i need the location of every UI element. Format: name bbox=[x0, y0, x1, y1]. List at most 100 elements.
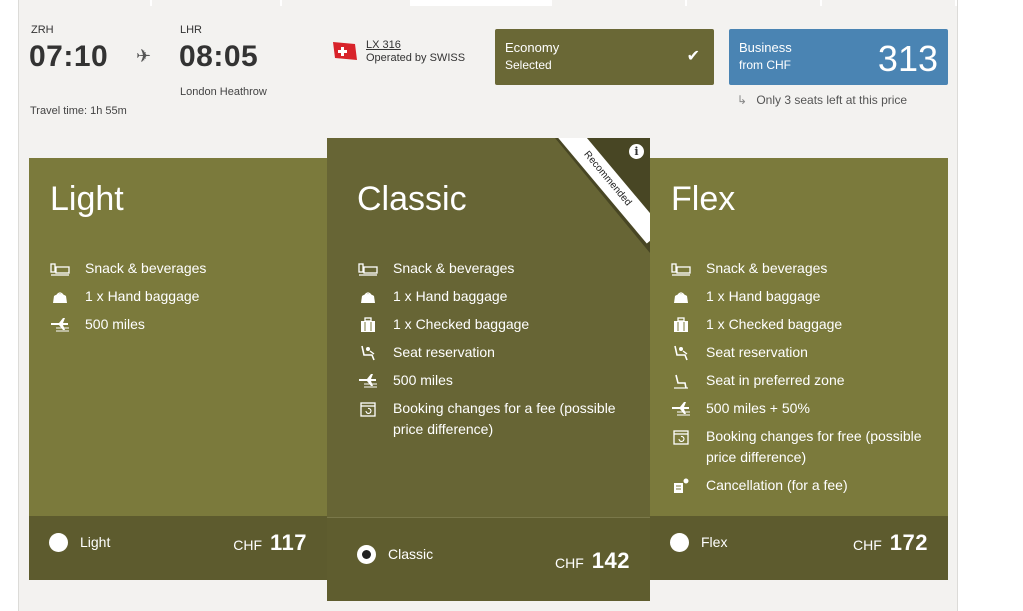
fare-feature-text: Snack & beverages bbox=[393, 260, 515, 276]
fare-amount: 172 bbox=[889, 530, 928, 555]
checkmark-icon: ✔ bbox=[686, 48, 700, 65]
arrival-airport-name: London Heathrow bbox=[180, 86, 267, 98]
business-cabin-button[interactable]: Business from CHF 313 bbox=[729, 29, 948, 85]
fare-feature: Seat reservation bbox=[670, 342, 930, 363]
fare-feature: Seat in preferred zone bbox=[670, 370, 930, 391]
fare-card-flex[interactable]: Flex Snack & beverages 1 x Hand baggage 1 x… bbox=[650, 158, 948, 580]
economy-label: Economy bbox=[505, 40, 560, 55]
fare-card-light[interactable]: Light Snack & beverages 1 x Hand baggage 50… bbox=[29, 158, 327, 580]
meal-icon bbox=[670, 260, 692, 278]
date-tab[interactable] bbox=[822, 0, 957, 6]
fare-feature: 1 x Checked baggage bbox=[357, 314, 627, 335]
fare-feature: Snack & beverages bbox=[670, 258, 930, 279]
fare-price: CHF 142 bbox=[555, 548, 630, 574]
calendar-change-icon bbox=[357, 400, 379, 418]
fare-feature-text: Booking changes for a fee (possible pric… bbox=[393, 400, 616, 437]
fare-feature-text: 1 x Checked baggage bbox=[706, 316, 843, 332]
fare-feature: 1 x Hand baggage bbox=[49, 286, 309, 307]
fare-feature-text: 1 x Hand baggage bbox=[85, 288, 200, 304]
fare-feature-text: Cancellation (for a fee) bbox=[706, 477, 848, 493]
seat-icon: ↳ bbox=[737, 93, 748, 107]
fare-feature-text: 500 miles bbox=[393, 372, 453, 388]
fare-radio-label[interactable]: Classic bbox=[388, 546, 433, 562]
fare-feature-text: 500 miles bbox=[85, 316, 145, 332]
fare-feature: 1 x Checked baggage bbox=[670, 314, 930, 335]
date-tab-strip bbox=[19, 0, 959, 6]
fare-footer[interactable]: Classic CHF 142 bbox=[327, 517, 650, 601]
fare-feature: Snack & beverages bbox=[49, 258, 309, 279]
fare-feature-text: Snack & beverages bbox=[85, 260, 207, 276]
fare-currency: CHF bbox=[233, 537, 262, 553]
fare-radio-label[interactable]: Light bbox=[80, 534, 110, 550]
miles-icon bbox=[357, 372, 379, 390]
fare-feature: 1 x Hand baggage bbox=[357, 286, 627, 307]
fare-name: Flex bbox=[671, 180, 736, 218]
fare-feature-text: Booking changes for free (possible price… bbox=[706, 428, 922, 465]
miles-icon bbox=[49, 316, 71, 334]
operated-by: Operated by SWISS bbox=[366, 52, 466, 64]
date-tab[interactable] bbox=[19, 0, 152, 6]
hand-baggage-icon bbox=[357, 288, 379, 306]
plane-icon: ✈ bbox=[136, 46, 152, 66]
fare-feature: 1 x Hand baggage bbox=[670, 286, 930, 307]
fare-name: Classic bbox=[357, 180, 467, 218]
hand-baggage-icon bbox=[670, 288, 692, 306]
fare-feature: Booking changes for free (possible price… bbox=[670, 426, 930, 468]
fare-price: CHF 172 bbox=[853, 530, 928, 556]
flight-number-link[interactable]: LX 316 bbox=[366, 39, 401, 51]
fare-footer[interactable]: Light CHF 117 bbox=[29, 516, 327, 580]
fare-radio-button[interactable] bbox=[49, 533, 68, 552]
departure-airport-code: ZRH bbox=[31, 24, 54, 36]
meal-icon bbox=[357, 260, 379, 278]
date-tab[interactable] bbox=[152, 0, 282, 6]
hand-baggage-icon bbox=[49, 288, 71, 306]
date-tab[interactable] bbox=[687, 0, 822, 6]
preferred-seat-icon bbox=[670, 372, 692, 390]
date-tab[interactable] bbox=[552, 0, 687, 6]
fare-feature-text: Seat reservation bbox=[393, 344, 495, 360]
calendar-change-icon bbox=[670, 428, 692, 446]
fare-radio-button[interactable] bbox=[670, 533, 689, 552]
business-price: 313 bbox=[877, 38, 938, 79]
fare-card-classic[interactable]: Recommended i Classic Snack & beverages 1 x … bbox=[327, 138, 650, 601]
info-icon[interactable]: i bbox=[629, 144, 644, 159]
seat-icon bbox=[357, 344, 379, 362]
fare-amount: 117 bbox=[270, 530, 307, 555]
fare-feature-text: 500 miles + 50% bbox=[706, 400, 810, 416]
travel-time: Travel time: 1h 55m bbox=[30, 105, 127, 117]
flight-panel: ZRH 07:10 ✈ LHR 08:05 London Heathrow Tr… bbox=[18, 0, 958, 611]
fare-feature-text: 1 x Checked baggage bbox=[393, 316, 530, 332]
economy-status: Selected bbox=[505, 58, 552, 72]
date-tab-active[interactable] bbox=[412, 0, 552, 6]
fare-features: Snack & beverages 1 x Hand baggage 1 x Che… bbox=[357, 258, 627, 447]
fare-feature: Booking changes for a fee (possible pric… bbox=[357, 398, 627, 440]
seat-icon bbox=[670, 344, 692, 362]
fare-name: Light bbox=[50, 180, 124, 218]
fare-features: Snack & beverages 1 x Hand baggage 500 mil… bbox=[49, 258, 309, 342]
fare-feature-text: 1 x Hand baggage bbox=[706, 288, 821, 304]
fare-feature: 500 miles + 50% bbox=[670, 398, 930, 419]
fare-feature: 500 miles bbox=[357, 370, 627, 391]
fare-feature: Seat reservation bbox=[357, 342, 627, 363]
seats-left-note: ↳ Only 3 seats left at this price bbox=[737, 93, 907, 107]
fare-price: CHF 117 bbox=[233, 530, 307, 556]
fare-features: Snack & beverages 1 x Hand baggage 1 x Che… bbox=[670, 258, 930, 503]
fare-radio-label[interactable]: Flex bbox=[701, 534, 727, 550]
seats-left-text: Only 3 seats left at this price bbox=[756, 93, 908, 107]
fare-radio-button[interactable] bbox=[357, 545, 376, 564]
fare-feature-text: Snack & beverages bbox=[706, 260, 828, 276]
arrival-time: 08:05 bbox=[179, 40, 259, 73]
fare-feature: Snack & beverages bbox=[357, 258, 627, 279]
fare-currency: CHF bbox=[853, 537, 882, 553]
business-from-label: from CHF bbox=[739, 58, 791, 72]
fare-currency: CHF bbox=[555, 555, 584, 571]
economy-cabin-button[interactable]: Economy Selected ✔ bbox=[495, 29, 714, 85]
fare-feature: 500 miles bbox=[49, 314, 309, 335]
fare-feature-text: Seat reservation bbox=[706, 344, 808, 360]
fare-feature-text: Seat in preferred zone bbox=[706, 372, 845, 388]
miles-icon bbox=[670, 400, 692, 418]
fare-footer[interactable]: Flex CHF 172 bbox=[650, 516, 948, 580]
date-tab[interactable] bbox=[282, 0, 412, 6]
departure-time: 07:10 bbox=[29, 40, 109, 73]
meal-icon bbox=[49, 260, 71, 278]
